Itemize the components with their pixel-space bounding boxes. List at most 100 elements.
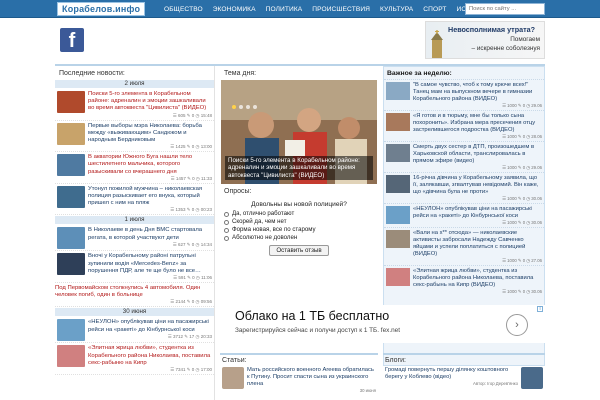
news-title[interactable]: «Элитная жрица любви», студентка из Кора… [88,345,212,367]
highlight-thumbnail [386,268,410,286]
banner-line-1: Помогаем [510,36,540,43]
highlight-thumbnail [386,113,410,131]
news-title[interactable]: Вночі у Корабельному районі патрульні зу… [88,253,212,275]
articles-title: Статьи: [222,357,247,364]
poll-option[interactable]: Скорей да, чем нет [224,218,374,226]
highlight-title[interactable]: «Вали на х** отсюда» — николаевские акти… [413,230,542,258]
news-item[interactable]: Поиски 5-го элемента в Корабельном район… [55,89,214,121]
ad-title[interactable]: Облако на 1 ТБ бесплатно [235,309,389,323]
highlight-title[interactable]: «НЕУЛОН» опублікував ціни на пасажирські… [413,206,542,220]
highlight-title[interactable]: «Элитная жрица любви», студентка из Кора… [413,268,542,289]
news-thumbnail [57,253,85,276]
news-title[interactable]: Первые выборы мэра Николаева: борьба меж… [88,123,212,145]
topic-photo[interactable]: Поиски 5-го элемента в Корабельном район… [221,80,377,184]
news-item[interactable]: Под Первомайском столкнулись 4 автомобил… [55,283,214,308]
highlight-meta: ☰ 1000 ✎ 0 ◷ 30.06 [502,196,542,201]
nav-item-society[interactable]: Общество [159,6,208,13]
news-thumbnail [57,91,85,113]
highlight-title[interactable]: 16-річна дівчина у Корабельному заявила,… [413,175,542,196]
highlight-thumbnail [386,206,410,224]
news-item[interactable]: Первые выборы мэра Николаева: борьба меж… [55,121,214,153]
highlight-item[interactable]: «Вали на х** отсюда» — николаевские акти… [384,227,544,265]
banner-line-2: – искренне соболезнуя [471,45,540,52]
news-title[interactable]: Под Первомайском столкнулись 4 автомобил… [55,285,212,299]
site-logo[interactable]: Корабелов.инфо [57,2,146,16]
news-title[interactable]: «НЕУЛОН» опублікував ціни на пасажирські… [88,319,212,333]
news-meta: ☰ 1457 ✎ 0 ◷ 11:33 [170,175,212,181]
nav-item-incidents[interactable]: Происшествия [307,6,375,13]
news-title[interactable]: Утонул пожилой мужчина – николаевская по… [88,186,212,208]
search-input[interactable] [466,4,544,14]
news-thumbnail [57,345,85,368]
highlight-thumbnail [386,230,410,248]
ad-info-icon[interactable]: i [537,306,543,312]
news-meta: ☰ 3712 ✎ 17 ◷ 20:33 [167,333,212,339]
news-item[interactable]: Вночі у Корабельному районі патрульні зу… [55,251,214,284]
poll-option[interactable]: Абсолютно не доволен [224,234,374,242]
nav-item-culture[interactable]: Культура [375,6,418,13]
news-meta: ☰ 605 ✎ 0 ◷ 15:48 [172,112,212,118]
funeral-ad-banner[interactable]: Невосполнимая утрата? Помогаем – искренн… [425,21,545,59]
highlight-thumbnail [386,82,410,100]
top-nav-bar: Корабелов.инфо Общество Экономика Полити… [0,0,600,18]
radio-button[interactable] [224,219,229,225]
site-logo-text: Корабелов.инфо [62,4,141,14]
news-meta: ☰ 7341 ✎ 0 ◷ 17:00 [170,367,212,373]
news-thumbnail [57,154,85,177]
highlight-item[interactable]: "В самое чувство, чтоб к тому крюче всех… [384,79,544,110]
nav-item-politics[interactable]: Политика [261,6,308,13]
nav-item-economy[interactable]: Экономика [208,6,261,13]
topic-caption[interactable]: Поиски 5-го элемента в Корабельном район… [225,155,373,180]
news-item[interactable]: В акватории Южного Буга нашли тело шести… [55,152,214,184]
chevron-right-icon[interactable]: › [506,314,528,336]
slider-dots[interactable] [232,105,260,109]
highlight-item[interactable]: «Элитная жрица любви», студентка из Кора… [384,265,544,296]
author-avatar [521,367,543,389]
news-title[interactable]: В Николаеве в день Дня ВМС стартовала ре… [88,227,212,241]
highlight-item[interactable]: «Я готов и в тюрьму, мне бы только сына … [384,110,544,141]
radio-button[interactable] [224,211,229,217]
highlight-meta: ☰ 1000 ✎ 0 ◷ 30.06 [502,220,542,225]
article-meta: 30 июня [359,388,376,393]
article-title[interactable]: Мать российского военного Агеева обратил… [247,367,376,388]
news-meta: ☰ 1353 ✎ 0 ◷ 00:23 [170,207,212,213]
blog-item[interactable]: Громаді повернуть першу ділянку коштовно… [383,366,545,390]
nav-item-sport[interactable]: Спорт [418,6,451,13]
date-separator: 1 июля [55,216,214,225]
poll-option[interactable]: Да, отлично работают [224,210,374,218]
news-meta: ☰ 1425 ✎ 0 ◷ 13:00 [170,144,212,150]
news-item[interactable]: «НЕУЛОН» опублікував ціни на пасажирські… [55,317,214,344]
highlight-title[interactable]: "В самое чувство, чтоб к тому крюче всех… [413,82,542,103]
highlight-title[interactable]: «Я готов и в тюрьму, мне бы только сына … [413,113,542,134]
facebook-icon[interactable]: f [60,28,84,52]
article-thumbnail [222,367,244,389]
news-item[interactable]: В Николаеве в день Дня ВМС стартовала ре… [55,225,214,252]
highlight-meta: ☰ 1000 ✎ 0 ◷ 30.06 [502,289,542,294]
news-thumbnail [57,185,85,208]
blog-title[interactable]: Громаді повернуть першу ділянку коштовно… [385,367,518,381]
news-title[interactable]: Поиски 5-го элемента в Корабельном район… [88,91,212,113]
blog-meta: Автор: Ігор Дерев'янко [473,381,518,386]
news-meta: ☰ 627 ✎ 0 ◷ 14:34 [172,241,212,247]
highlight-item[interactable]: Смерть двух сестер в ДТП, произошедшем в… [384,141,544,172]
highlight-title[interactable]: Смерть двух сестер в ДТП, произошедшем в… [413,144,542,165]
date-separator: 30 июня [55,308,214,317]
poll-option[interactable]: Форма новая, все по старому [224,226,374,234]
highlight-meta: ☰ 1000 ✎ 0 ◷ 29.06 [502,165,542,170]
article-item[interactable]: Мать российского военного Агеева обратил… [220,366,378,394]
cloud-ad[interactable]: i Облако на 1 ТБ бесплатно Зарегистрируй… [220,305,545,343]
news-item[interactable]: Утонул пожилой мужчина – николаевская по… [55,184,214,216]
highlight-item[interactable]: 16-річна дівчина у Корабельному заявила,… [384,172,544,203]
radio-button[interactable] [224,227,229,233]
church-icon [431,30,443,58]
ad-subtitle[interactable]: Зарегистрируйся сейчас и получи доступ к… [235,327,400,334]
news-thumbnail [57,122,85,145]
radio-button[interactable] [224,235,229,241]
poll-submit-button[interactable]: Оставить отзыв [269,245,329,256]
news-meta: ☰ 2144 ✎ 0 ◷ 09:56 [170,299,212,305]
articles-section: Статьи: Мать российского военного Агеева… [220,353,378,400]
news-item[interactable]: «Элитная жрица любви», студентка из Кора… [55,343,214,376]
news-thumbnail [57,227,85,250]
news-title[interactable]: В акватории Южного Буга нашли тело шести… [88,154,212,176]
highlight-item[interactable]: «НЕУЛОН» опублікував ціни на пасажирські… [384,203,544,227]
